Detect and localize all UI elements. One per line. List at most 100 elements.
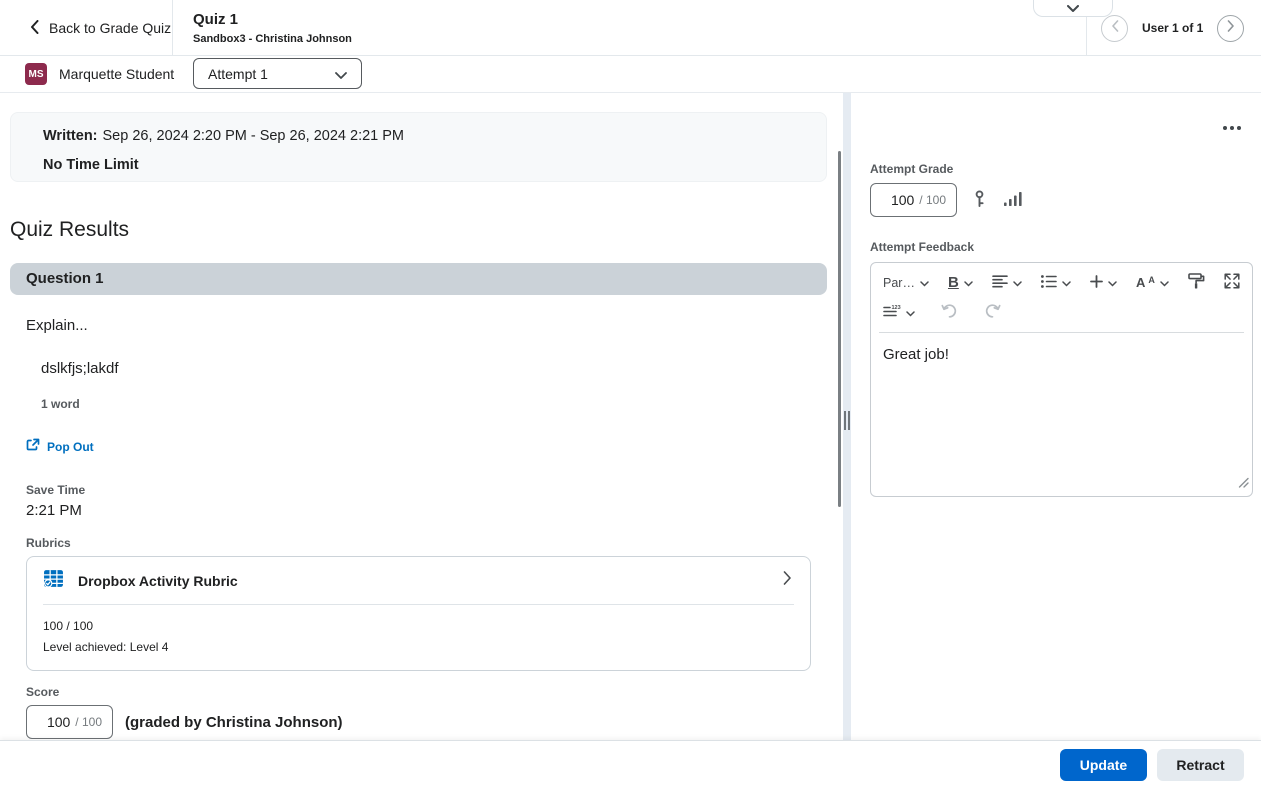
- font-family-button[interactable]: A A: [1134, 273, 1171, 292]
- insert-button[interactable]: [1088, 273, 1119, 293]
- page-title: Quiz 1: [193, 11, 239, 28]
- line-numbers-icon: 123: [883, 304, 901, 322]
- back-link-label: Back to Grade Quiz: [49, 20, 172, 36]
- retract-button[interactable]: Retract: [1157, 749, 1244, 781]
- avatar: MS: [25, 63, 47, 85]
- grade-scheme-button[interactable]: [970, 188, 989, 212]
- title-block: Quiz 1 Sandbox3 - Christina Johnson: [193, 11, 352, 45]
- pop-out-label: Pop Out: [47, 439, 94, 454]
- attempt-bar: MS Marquette Student Attempt 1: [0, 56, 1261, 93]
- undo-button[interactable]: [939, 301, 960, 324]
- key-icon: [972, 190, 987, 210]
- alignment-button[interactable]: [990, 273, 1024, 293]
- format-painter-button[interactable]: [1186, 271, 1207, 294]
- chevron-down-icon: [1160, 275, 1169, 290]
- next-user-button[interactable]: [1217, 14, 1245, 42]
- statistics-button[interactable]: [1002, 189, 1024, 211]
- attempt-grade-label: Attempt Grade: [870, 162, 954, 176]
- user-navigation: User 1 of 1: [1101, 0, 1245, 56]
- chevron-left-icon: [30, 19, 39, 37]
- question-header: Question 1: [10, 263, 827, 295]
- bold-icon: B: [947, 274, 959, 291]
- chevron-down-icon: [1108, 275, 1117, 290]
- rubric-expand-row[interactable]: Dropbox Activity Rubric: [27, 557, 810, 604]
- redo-button[interactable]: [982, 301, 1003, 324]
- grading-panel: Attempt Grade / 100 Attempt Feedback: [851, 93, 1261, 740]
- chevron-down-icon: [1067, 0, 1079, 17]
- bold-button[interactable]: B: [946, 272, 975, 293]
- bullet-list-icon: [1040, 274, 1057, 291]
- score-row: / 100 (graded by Christina Johnson): [26, 705, 833, 739]
- rubric-name: Dropbox Activity Rubric: [78, 572, 238, 589]
- vertical-scrollbar-thumb[interactable]: [838, 151, 841, 507]
- chevron-down-icon: [920, 275, 929, 290]
- align-left-icon: [992, 274, 1008, 291]
- previous-user-button[interactable]: [1101, 14, 1128, 42]
- paragraph-format-label: Par…: [883, 275, 915, 290]
- svg-text:123: 123: [892, 305, 901, 311]
- chevron-down-icon: [1062, 275, 1071, 290]
- graded-by-text: (graded by Christina Johnson): [125, 713, 343, 731]
- rubric-summary: 100 / 100 Level achieved: Level 4: [27, 605, 810, 670]
- question-text: Explain...: [26, 317, 88, 334]
- font-icon-small: A: [1148, 274, 1155, 285]
- attempt-grade-input-box: / 100: [870, 183, 957, 217]
- word-count: 1 word: [41, 397, 80, 411]
- header-divider-2: [1086, 17, 1087, 56]
- editor-toolbar-row-1: Par… B A A: [871, 263, 1252, 294]
- pane-splitter[interactable]: [843, 93, 851, 740]
- update-button[interactable]: Update: [1060, 749, 1147, 781]
- action-footer: Update Retract: [0, 740, 1261, 789]
- font-icon: A: [1135, 275, 1146, 290]
- splitter-grip-icon: [844, 411, 850, 430]
- list-button[interactable]: [1039, 273, 1073, 293]
- bar-chart-icon: [1004, 191, 1022, 209]
- user-nav-label: User 1 of 1: [1142, 21, 1204, 35]
- score-input-box: / 100: [26, 705, 113, 739]
- attempt-select[interactable]: Attempt 1: [193, 58, 362, 89]
- feedback-editor: Par… B A A 123 Great job!: [870, 262, 1253, 497]
- fullscreen-button[interactable]: [1222, 271, 1242, 294]
- chevron-down-icon: [906, 305, 915, 320]
- back-to-grade-quiz-link[interactable]: Back to Grade Quiz: [30, 0, 171, 56]
- line-numbering-button[interactable]: 123: [881, 302, 917, 324]
- quiz-results-heading: Quiz Results: [10, 218, 130, 241]
- score-label: Score: [26, 685, 60, 699]
- attempt-select-value: Attempt 1: [208, 65, 268, 82]
- attempt-info-box: Written: Sep 26, 2024 2:20 PM - Sep 26, 2…: [10, 112, 827, 182]
- quiz-results-pane: Written: Sep 26, 2024 2:20 PM - Sep 26, 2…: [0, 93, 833, 740]
- redo-icon: [984, 303, 1001, 322]
- rubric-score: 100 / 100: [43, 619, 94, 633]
- score-input[interactable]: [36, 714, 71, 730]
- ellipsis-icon: [1223, 126, 1227, 130]
- rubric-icon: [43, 568, 64, 594]
- attempt-grade-input[interactable]: [880, 192, 915, 208]
- overflow-menu-button[interactable]: [1219, 122, 1245, 134]
- page-subtitle: Sandbox3 - Christina Johnson: [193, 33, 352, 45]
- student-name: Marquette Student: [59, 66, 175, 82]
- feedback-text-area[interactable]: Great job!: [871, 333, 1252, 473]
- chevron-down-icon: [964, 275, 973, 290]
- rubric-level: Level achieved: Level 4: [43, 640, 169, 654]
- chevron-down-icon: [1013, 275, 1022, 290]
- paragraph-format-button[interactable]: Par…: [881, 273, 931, 292]
- pop-out-link[interactable]: Pop Out: [26, 438, 94, 455]
- pop-out-icon: [26, 438, 40, 455]
- attempt-feedback-label: Attempt Feedback: [870, 240, 975, 254]
- attempt-grade-row: / 100: [870, 183, 1024, 217]
- chevron-left-icon: [1111, 19, 1119, 37]
- fullscreen-icon: [1224, 273, 1240, 292]
- time-limit: No Time Limit: [43, 157, 139, 173]
- written-value: Sep 26, 2024 2:20 PM - Sep 26, 2024 2:21…: [102, 128, 404, 144]
- paint-roller-icon: [1188, 273, 1205, 292]
- rubrics-label: Rubrics: [26, 536, 71, 550]
- editor-resize-handle[interactable]: [1238, 475, 1249, 493]
- quiz-grading-page: Back to Grade Quiz Quiz 1 Sandbox3 - Chr…: [0, 0, 1261, 789]
- save-time-label: Save Time: [26, 483, 86, 497]
- save-time-value: 2:21 PM: [26, 502, 82, 519]
- chevron-right-icon: [1227, 19, 1235, 37]
- plus-icon: [1090, 274, 1103, 291]
- header-collapse-button[interactable]: [1033, 0, 1113, 17]
- undo-icon: [941, 303, 958, 322]
- answer-text: dslkfjs;lakdf: [41, 360, 119, 377]
